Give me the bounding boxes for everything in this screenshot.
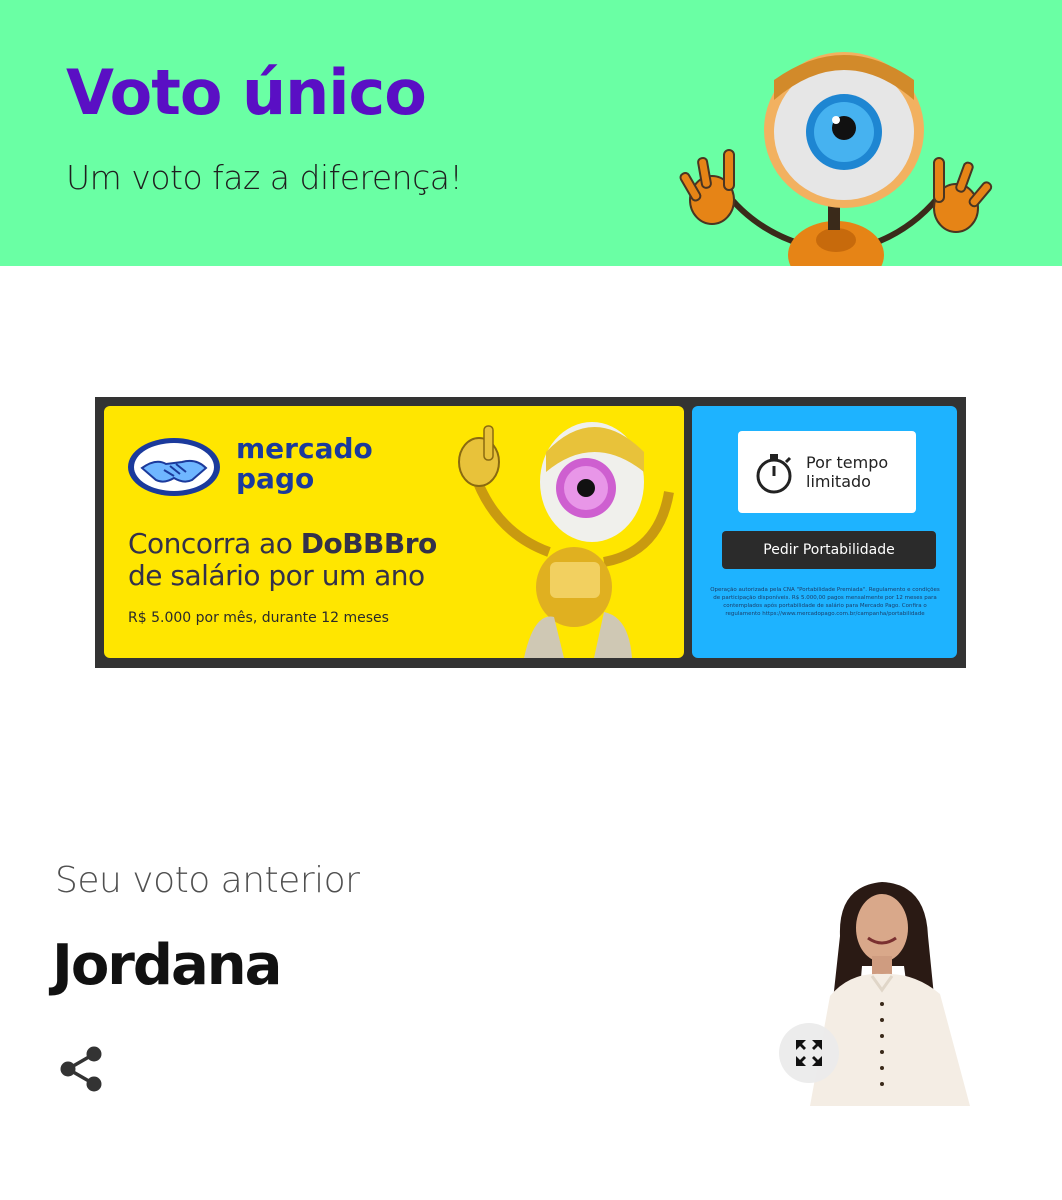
- ad-cta-panel[interactable]: Por tempo limitado Pedir Portabilidade O…: [692, 406, 957, 658]
- previous-vote-name: Jordana: [52, 933, 282, 998]
- pedir-portabilidade-button[interactable]: Pedir Portabilidade: [722, 531, 936, 569]
- headline-pre: Concorra ao: [128, 527, 301, 560]
- timer-line-2: limitado: [806, 472, 871, 491]
- headline-bold: DoBBBro: [300, 527, 438, 560]
- page-title: Voto único: [66, 56, 427, 129]
- header-banner: Voto único Um voto faz a diferença!: [0, 0, 1062, 266]
- previous-vote-label: Seu voto anterior: [55, 860, 360, 901]
- brand-line-1: mercado: [236, 432, 373, 465]
- expand-icon[interactable]: [779, 1023, 839, 1083]
- page-subtitle: Um voto faz a diferença!: [66, 158, 463, 197]
- ad-promo-panel[interactable]: mercado pago Concorra ao DoBBBro de salá…: [104, 406, 684, 658]
- mascot-robot-icon: [679, 52, 993, 266]
- ad-fineline: R$ 5.000 por mês, durante 12 meses: [128, 610, 389, 626]
- timer-badge: Por tempo limitado: [738, 431, 916, 513]
- handshake-icon: [128, 438, 220, 496]
- share-icon[interactable]: [58, 1044, 106, 1094]
- mercado-pago-brand: mercado pago: [236, 434, 406, 494]
- robot-mascot-icon: [458, 422, 674, 658]
- headline-post: de salário por um ano: [128, 559, 425, 592]
- ad-legal-text: Operação autorizada pela CNA "Portabilid…: [710, 587, 940, 617]
- expand-arrows-icon: [796, 1040, 822, 1066]
- timer-line-1: Por tempo: [806, 453, 889, 472]
- timer-text: Por tempo limitado: [806, 453, 916, 491]
- brand-line-2: pago: [236, 462, 315, 495]
- ad-banner[interactable]: mercado pago Concorra ao DoBBBro de salá…: [95, 397, 966, 668]
- stopwatch-icon: [756, 454, 792, 494]
